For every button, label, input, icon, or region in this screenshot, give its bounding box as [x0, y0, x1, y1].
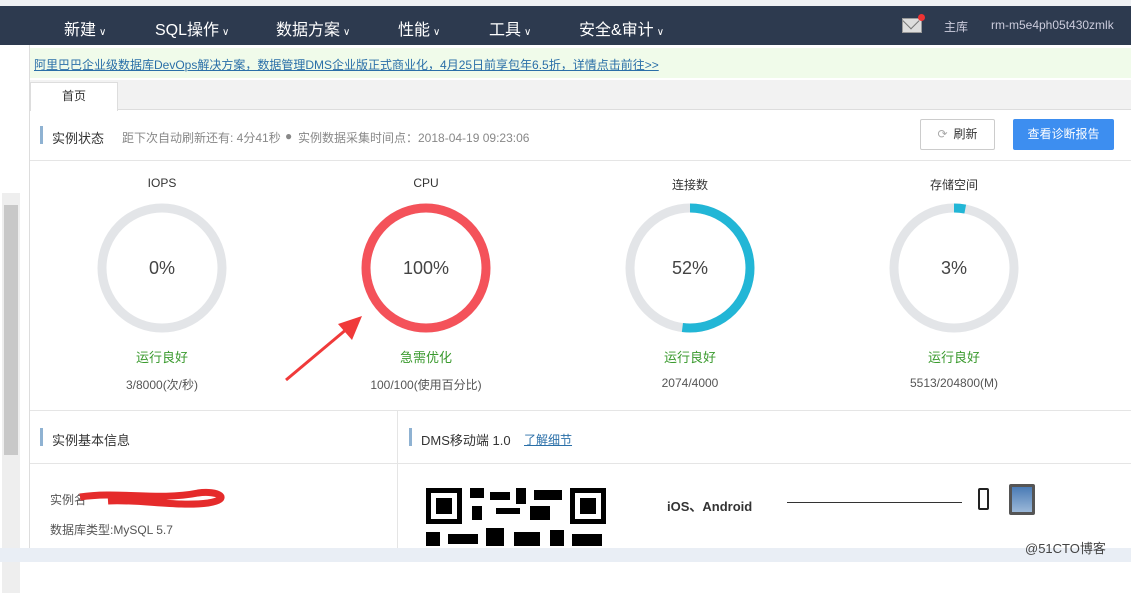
instance-id[interactable]: rm-m5e4ph05t430zmlk [991, 18, 1114, 32]
chevron-down-icon: ∨ [343, 27, 351, 38]
section-bar [40, 428, 43, 446]
gauge-value: 5513/204800(M) [909, 376, 999, 390]
nav-sql[interactable]: SQL操作 ∨ [155, 16, 229, 40]
nav-label: 性能 [398, 22, 431, 39]
gauge-status: 运行良好 [663, 350, 716, 365]
view-report-button[interactable]: 查看诊断报告 [1013, 119, 1114, 150]
watermark: @51CTO博客 [1025, 541, 1106, 556]
gauge-percent: 0% [148, 258, 175, 278]
section-title: 实例状态 [52, 131, 105, 146]
scrollbar-thumb[interactable] [4, 205, 18, 455]
refresh-label: 刷新 [953, 127, 978, 141]
section-bar [40, 126, 43, 144]
divider-line [787, 502, 962, 503]
promo-link[interactable]: 阿里巴巴企业级数据库DevOps解决方案，数据管理DMS企业版正式商业化，4月2… [34, 56, 659, 73]
gauge-status: 运行良好 [927, 350, 980, 365]
gauge-title: 存储空间 [929, 178, 978, 192]
platforms: iOS、Android [667, 499, 753, 514]
db-type: 数据库类型:MySQL 5.7 [50, 523, 173, 537]
panel-header: DMS移动端 1.0 了解细节 [398, 411, 1131, 464]
refresh-icon: ⟳ [937, 127, 948, 141]
nav-security[interactable]: 安全&审计 ∨ [579, 16, 664, 40]
tablet-icon [1009, 484, 1035, 515]
status-header: 实例状态 距下次自动刷新还有: 4分41秒 ● 实例数据采集时间点：2018-0… [30, 110, 1131, 161]
collect-time: 实例数据采集时间点：2018-04-19 09:23:06 [298, 131, 530, 145]
learn-more-link[interactable]: 了解细节 [524, 431, 572, 448]
gauge-value: 3/8000(次/秒) [125, 378, 199, 392]
section-bar [409, 428, 412, 446]
nav-performance[interactable]: 性能 ∨ [398, 16, 440, 40]
annotation-arrow [285, 316, 362, 382]
tab-bar: 首页 [30, 80, 1131, 111]
chevron-down-icon: ∨ [524, 27, 532, 38]
nav-label: 安全&审计 [579, 22, 654, 39]
mobile-panel: DMS移动端 1.0 了解细节 iOS、Android [398, 411, 1131, 548]
nav-tools[interactable]: 工具 ∨ [489, 16, 531, 40]
chevron-down-icon: ∨ [222, 27, 230, 38]
notification-dot [918, 14, 925, 21]
bottom-strip [0, 548, 1131, 562]
gauge-percent: 52% [671, 258, 709, 278]
gauge-status: 运行良好 [135, 350, 188, 365]
nav-data-plan[interactable]: 数据方案 ∨ [276, 16, 350, 40]
redaction-scribble [79, 488, 225, 508]
panel-title: 实例基本信息 [52, 433, 131, 448]
nav-label: SQL操作 [155, 22, 220, 39]
instance-info-panel: 实例基本信息 实例名 数据库类型:MySQL 5.7 [30, 411, 398, 548]
chevron-down-icon: ∨ [656, 27, 665, 38]
chevron-down-icon: ∨ [99, 27, 107, 38]
promo-banner: 阿里巴巴企业级数据库DevOps解决方案，数据管理DMS企业版正式商业化，4月2… [30, 48, 1131, 78]
gauge-title: 连接数 [671, 178, 708, 192]
refresh-countdown: 距下次自动刷新还有: 4分41秒 [122, 131, 281, 145]
tab-home[interactable]: 首页 [30, 82, 118, 111]
nav-label: 工具 [489, 22, 522, 39]
gauge-title: CPU [413, 176, 439, 190]
nav-label: 数据方案 [276, 22, 341, 39]
chevron-down-icon: ∨ [433, 27, 441, 38]
panel-header: 实例基本信息 [30, 411, 397, 464]
qr-code [426, 488, 606, 546]
top-nav: 新建 ∨ SQL操作 ∨ 数据方案 ∨ 性能 ∨ 工具 ∨ 安全&审计 ∨ 主库 rm-m5… [0, 6, 1131, 45]
gauge-percent: 100% [402, 258, 450, 278]
nav-new[interactable]: 新建 ∨ [64, 16, 106, 40]
nav-label: 新建 [64, 22, 97, 39]
panel-title: DMS移动端 1.0 [421, 433, 511, 448]
phone-icon [978, 488, 989, 510]
refresh-button[interactable]: ⟳ 刷新 [920, 119, 995, 150]
gauge-value: 2074/4000 [661, 376, 719, 390]
role-label: 主库 [944, 20, 969, 34]
gauge-title: IOPS [147, 176, 177, 190]
info-icon: ● [285, 129, 293, 143]
gauges: IOPS 0% 运行良好 3/8000(次/秒) CPU 100% 急需优化 10… [30, 161, 1131, 411]
gauge-percent: 3% [940, 258, 967, 278]
sidebar [0, 45, 30, 593]
